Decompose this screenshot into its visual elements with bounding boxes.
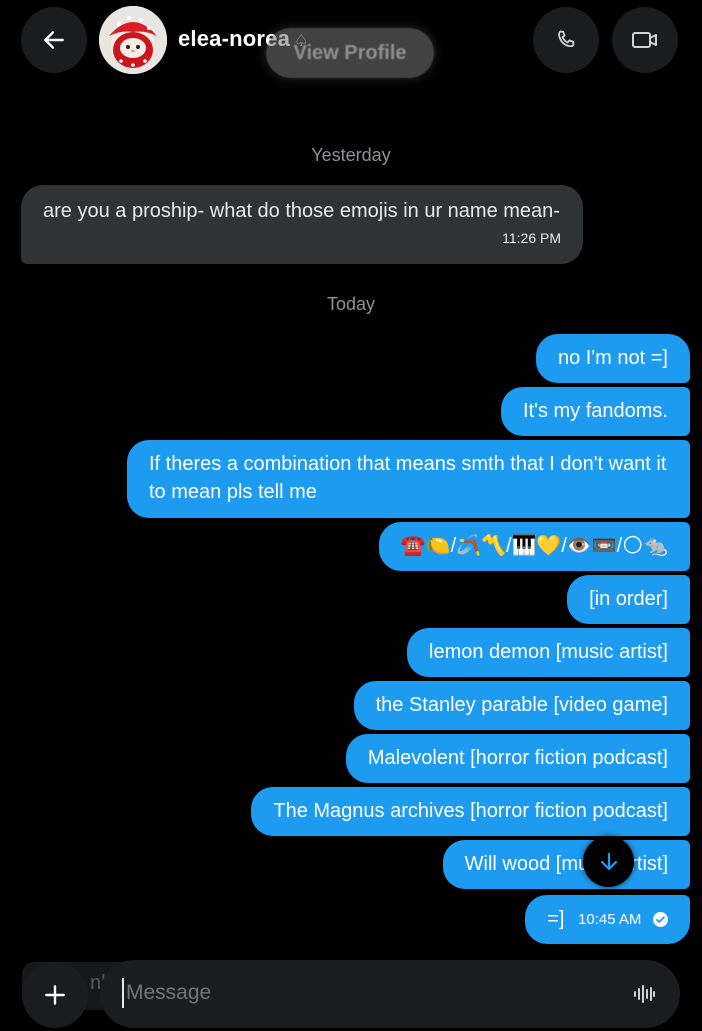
outgoing-message[interactable]: no I'm not =]	[536, 334, 690, 383]
outgoing-message[interactable]: It's my fandoms.	[501, 387, 690, 436]
voice-waveform-icon[interactable]	[632, 982, 656, 1006]
outgoing-message[interactable]: ☎️🍋/🪃〽️/🎹💛/👁️📼/🌕🐀	[378, 522, 690, 571]
arrow-down-icon	[600, 852, 617, 870]
conversation-header: elea-norea♤ View Profile	[0, 0, 702, 80]
outgoing-message[interactable]: lemon demon [music artist]	[407, 628, 690, 677]
outgoing-message[interactable]: the Stanley parable [video game]	[353, 681, 690, 730]
video-camera-icon	[632, 32, 657, 48]
message-input[interactable]	[122, 978, 602, 1008]
message-text: =]	[547, 908, 565, 930]
plus-icon	[45, 985, 65, 1005]
outgoing-message[interactable]: [in order]	[567, 575, 690, 624]
outgoing-message[interactable]: The Magnus archives [horror fiction podc…	[251, 787, 690, 836]
view-profile-button[interactable]: View Profile	[266, 28, 434, 78]
add-attachment-button[interactable]	[22, 962, 88, 1028]
scroll-to-bottom-button[interactable]	[583, 836, 634, 887]
outgoing-message-last[interactable]: =] 10:45 AM	[525, 895, 690, 944]
strawberry-plush-avatar-image	[99, 6, 167, 74]
voice-call-button[interactable]	[533, 7, 599, 73]
message-timestamp: 11:26 PM	[502, 230, 561, 246]
incoming-message[interactable]: are you a proship- what do those emojis …	[21, 185, 583, 264]
date-divider-yesterday: Yesterday	[311, 145, 391, 165]
dm-conversation-screen: elea-norea♤ View Profile Yesterday Today…	[0, 0, 702, 1031]
message-timestamp: 10:45 AM	[578, 911, 642, 928]
arrow-left-icon	[44, 31, 64, 49]
phone-icon	[558, 30, 575, 48]
read-check-icon	[653, 912, 668, 927]
avatar[interactable]	[99, 6, 167, 74]
message-composer	[100, 960, 680, 1028]
outgoing-message[interactable]: If theres a combination that means smth …	[127, 440, 690, 518]
outgoing-message[interactable]: Will wood [music artist]	[442, 840, 690, 889]
video-call-button[interactable]	[612, 7, 678, 73]
date-divider-today: Today	[326, 294, 376, 314]
message-text: are you a proship- what do those emojis …	[43, 200, 560, 222]
back-button[interactable]	[21, 7, 87, 73]
outgoing-message[interactable]: Malevolent [horror fiction podcast]	[345, 734, 690, 783]
